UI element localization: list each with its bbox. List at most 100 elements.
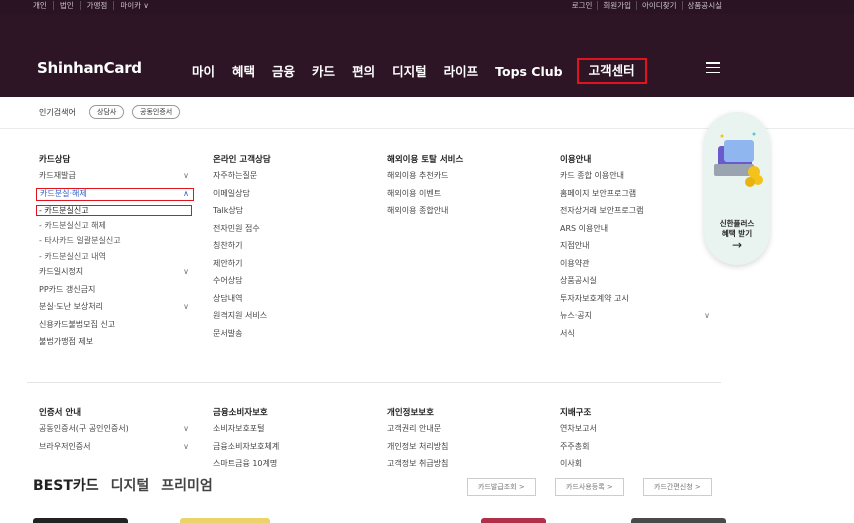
menu-item[interactable]: 지점안내	[560, 240, 710, 258]
menu-item[interactable]: 카드 종합 이용안내	[560, 170, 710, 188]
keyword-chip[interactable]: 상담사	[89, 105, 125, 119]
menu-item[interactable]: 고객권리 안내문	[387, 423, 537, 441]
submenu-other-card-lost[interactable]: - 타사카드 일괄분실신고	[39, 235, 194, 251]
menu-item-browser-cert[interactable]: 브라우저인증서 ∨	[39, 441, 189, 459]
menu-item[interactable]: 수어상담	[213, 275, 363, 293]
nav-life[interactable]: 라이프	[444, 63, 479, 81]
keyword-chip[interactable]: 공동인증서	[132, 105, 181, 119]
submenu-lost-report[interactable]: - 카드분실신고	[36, 204, 192, 216]
nav-card[interactable]: 카드	[312, 63, 335, 81]
menu-item[interactable]: Talk상담	[213, 205, 363, 223]
tab-best-card[interactable]: BEST카드	[33, 475, 99, 495]
menu-item-theft-compensation[interactable]: 분실·도난 보상처리 ∨	[39, 301, 189, 319]
nav-convenience[interactable]: 편의	[352, 63, 375, 81]
menu-column-privacy: 개인정보보호 고객권리 안내문 개인정보 처리방침 고객정보 취급방침	[387, 406, 537, 476]
menu-item[interactable]: 상품공시실	[560, 275, 710, 293]
menu-item[interactable]: 고객정보 취급방침	[387, 458, 537, 476]
nav-my[interactable]: 마이	[192, 63, 215, 81]
column-title: 개인정보보호	[387, 408, 434, 418]
menu-item[interactable]: 주주총회	[560, 441, 710, 459]
column-title: 해외이용 토탈 서비스	[387, 155, 464, 165]
menu-item[interactable]: 상담내역	[213, 293, 363, 311]
account-links: 로그인 회원가입 아이디찾기 상품공시실	[567, 1, 727, 10]
card-thumbnail[interactable]	[481, 518, 546, 523]
chevron-down-icon: ∨	[183, 441, 189, 451]
card-issue-inquiry-button[interactable]: 카드발급조회 >	[467, 478, 536, 496]
find-id-link[interactable]: 아이디찾기	[637, 1, 683, 10]
menu-column-governance: 지배구조 연차보고서 주주총회 이사회	[560, 406, 710, 476]
menu-item[interactable]: 자주하는질문	[213, 170, 363, 188]
menu-item[interactable]: 제안하기	[213, 258, 363, 276]
menu-item-illegal-merchant[interactable]: 불법가맹점 제보	[39, 336, 189, 354]
menu-item-pp-card[interactable]: PP카드 갱신금지	[39, 284, 189, 302]
card-thumbnail[interactable]	[180, 518, 270, 523]
menu-item[interactable]: 해외이용 종합안내	[387, 205, 537, 223]
card-category-tabs: BEST카드 디지털 프리미엄	[33, 475, 213, 495]
global-nav: 마이 혜택 금융 카드 편의 디지털 라이프 Tops Club 고객센터	[192, 58, 664, 84]
login-link[interactable]: 로그인	[567, 1, 599, 10]
menu-item[interactable]: 이용약관	[560, 258, 710, 276]
menu-item[interactable]: 서식	[560, 328, 710, 346]
main-header: ShinhanCard 마이 혜택 금융 카드 편의 디지털 라이프 Tops …	[0, 14, 854, 97]
mycar-link[interactable]: 마이카 ∨	[114, 1, 155, 10]
menu-item[interactable]: 스마트금융 10계명	[213, 458, 363, 476]
chevron-down-icon: ∨	[183, 171, 189, 180]
tab-digital[interactable]: 디지털	[111, 475, 150, 495]
merchant-link[interactable]: 가맹점	[81, 1, 115, 10]
menu-item[interactable]: 전자상거래 보안프로그램	[560, 205, 710, 223]
menu-item[interactable]: 연차보고서	[560, 423, 710, 441]
menu-item[interactable]: ARS 이용안내	[560, 223, 710, 241]
corporate-link[interactable]: 법인	[54, 1, 81, 10]
menu-item[interactable]: 해외이용 이벤트	[387, 188, 537, 206]
menu-item[interactable]: 칭찬하기	[213, 240, 363, 258]
nav-benefits[interactable]: 혜택	[232, 63, 255, 81]
menu-item[interactable]: 해외이용 추천카드	[387, 170, 537, 188]
menu-item[interactable]: 전자민원 접수	[213, 223, 363, 241]
chevron-up-icon: ∧	[183, 188, 189, 198]
nav-tops-club[interactable]: Tops Club	[495, 63, 563, 81]
column-title: 인증서 안내	[39, 408, 82, 418]
nav-finance[interactable]: 금융	[272, 63, 295, 81]
menu-item[interactable]: 원격지원 서비스	[213, 310, 363, 328]
column-title: 온라인 고객상담	[213, 155, 271, 165]
chevron-down-icon: ∨	[704, 311, 710, 320]
menu-item[interactable]: 문서발송	[213, 328, 363, 346]
menu-divider	[27, 382, 721, 383]
shinhancard-logo[interactable]: ShinhanCard	[37, 59, 142, 77]
hamburger-icon[interactable]	[706, 62, 720, 74]
menu-column-overseas: 해외이용 토탈 서비스 해외이용 추천카드 해외이용 이벤트 해외이용 종합안내	[387, 153, 537, 223]
card-thumbnail[interactable]	[631, 518, 726, 523]
menu-item-news[interactable]: 뉴스·공지 ∨	[560, 310, 710, 328]
nav-digital[interactable]: 디지털	[392, 63, 427, 81]
menu-item-card-reissue[interactable]: 카드재발급 ∨	[39, 170, 189, 188]
menu-item[interactable]: 이메일상담	[213, 188, 363, 206]
menu-column-card-consult: 카드상담 카드재발급 ∨ 카드분실·해제 ∧ - 카드분실신고 - 카드분실신고 해…	[36, 153, 194, 354]
column-title: 금융소비자보호	[213, 408, 268, 418]
nav-customer-center[interactable]: 고객센터	[576, 58, 647, 84]
personal-link[interactable]: 개인	[33, 1, 54, 10]
menu-item[interactable]: 홈페이지 보안프로그램	[560, 188, 710, 206]
promo-illustration-icon	[714, 132, 763, 187]
submenu-lost-history[interactable]: - 카드분실신고 내역	[39, 251, 194, 267]
menu-item[interactable]: 소비자보호포털	[213, 423, 363, 441]
card-registration-button[interactable]: 카드사용등록 >	[555, 478, 624, 496]
card-easy-apply-button[interactable]: 카드간편신청 >	[643, 478, 712, 496]
menu-item[interactable]: 개인정보 처리방침	[387, 441, 537, 459]
menu-item-joint-cert[interactable]: 공동인증서(구 공인인증서) ∨	[39, 423, 189, 441]
column-title: 카드상담	[39, 155, 71, 165]
product-disclosure-link[interactable]: 상품공시실	[683, 1, 728, 10]
submenu-lost-cancel[interactable]: - 카드분실신고 해제	[39, 220, 194, 236]
card-thumbnail[interactable]	[33, 518, 128, 523]
menu-item-card-suspend[interactable]: 카드일시정지 ∨	[39, 266, 189, 284]
menu-item-card-lost[interactable]: 카드분실·해제 ∧	[36, 187, 194, 201]
menu-item-illegal-recruit[interactable]: 신용카드불법모집 신고	[39, 319, 189, 337]
signup-link[interactable]: 회원가입	[598, 1, 637, 10]
tab-premium[interactable]: 프리미엄	[161, 475, 213, 495]
shinhan-plus-promo[interactable]: 신한플러스 혜택 받기 →	[704, 112, 770, 265]
page-behind-menu: BEST카드 디지털 프리미엄 카드발급조회 > 카드사용등록 > 카드간편신청…	[0, 475, 854, 523]
menu-item[interactable]: 투자자보호계약 고시	[560, 293, 710, 311]
menu-item[interactable]: 금융소비자보호체계	[213, 441, 363, 459]
menu-item[interactable]: 이사회	[560, 458, 710, 476]
popular-search-label: 인기검색어	[39, 108, 76, 117]
arrow-right-icon[interactable]: →	[704, 238, 770, 252]
